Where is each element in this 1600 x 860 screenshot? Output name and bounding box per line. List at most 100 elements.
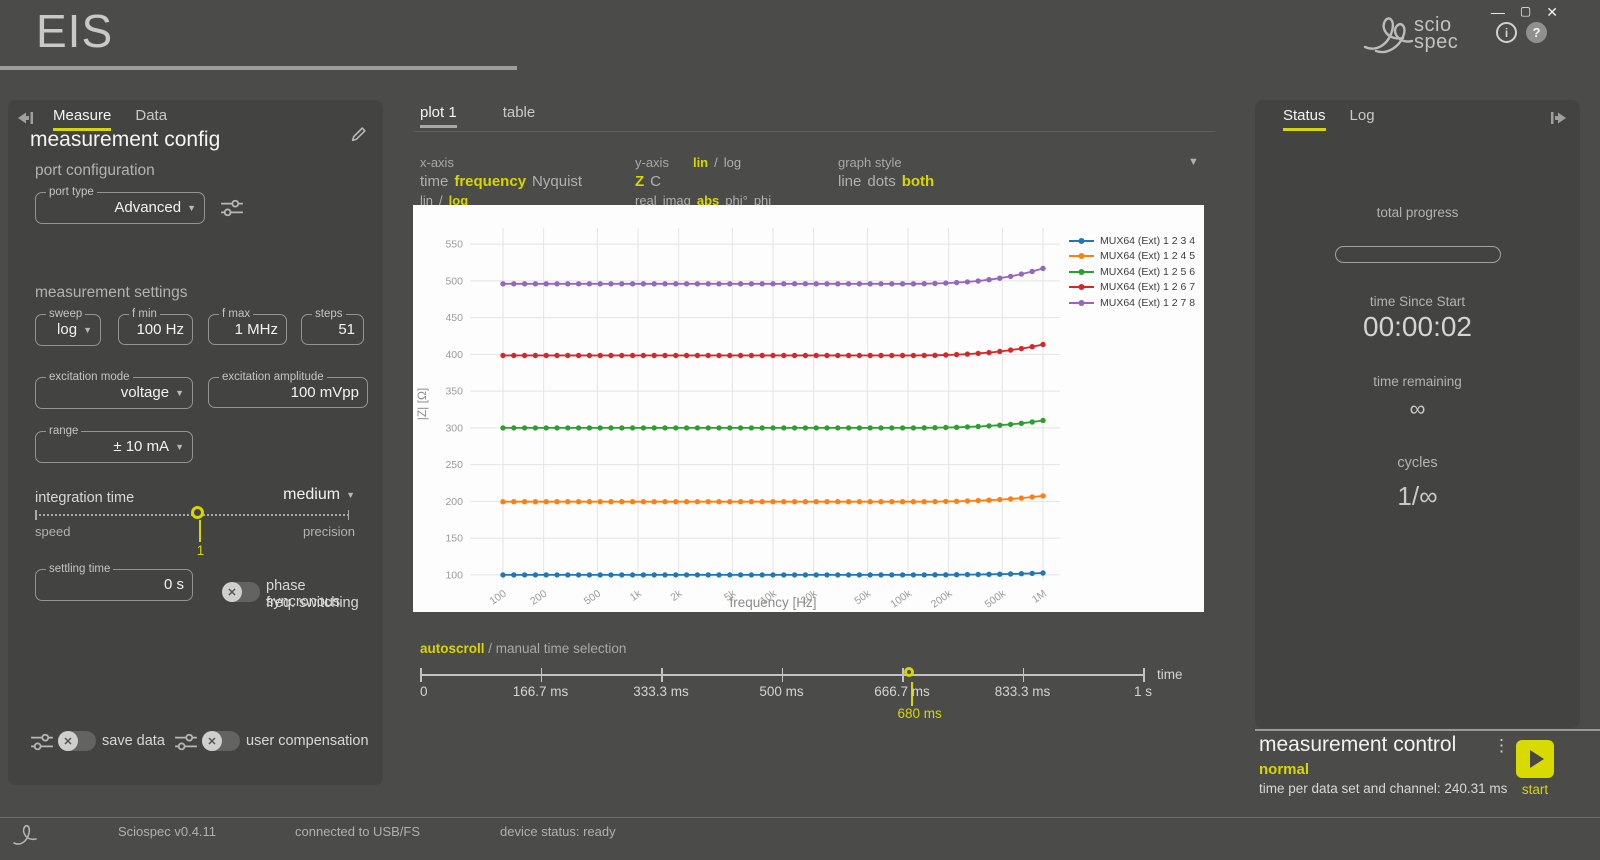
legend-item: MUX64 (Ext) 1 2 5 6 [1068, 264, 1195, 280]
collapse-right-icon[interactable] [1550, 110, 1568, 126]
user-compensation-toggle[interactable]: ✕ [202, 731, 240, 751]
collapse-left-icon[interactable] [16, 110, 34, 126]
sweep-label: sweep [46, 308, 85, 320]
option-both[interactable]: both [902, 173, 934, 190]
time-since-start-value: 00:00:02 [1255, 311, 1580, 343]
edit-pencil-icon[interactable] [350, 126, 367, 143]
settling-time-field[interactable]: settling time 0 s [35, 563, 193, 601]
chevron-down-icon: ▼ [187, 203, 196, 213]
option-z[interactable]: Z [635, 173, 644, 190]
legend-marker [1068, 236, 1095, 246]
app-title: EIS [36, 4, 113, 58]
option-line[interactable]: line [838, 173, 861, 190]
time-since-start-label: time Since Start [1255, 294, 1580, 309]
time-tick-label: 500 ms [737, 684, 827, 699]
legend-label: MUX64 (Ext) 1 2 6 7 [1100, 281, 1195, 293]
start-button[interactable] [1516, 740, 1554, 778]
f-min-field[interactable]: f min 100 Hz [118, 308, 193, 345]
save-data-label: save data [102, 733, 165, 749]
excitation-amplitude-field[interactable]: excitation amplitude 100 mVpp [208, 371, 368, 408]
tab-log[interactable]: Log [1350, 107, 1375, 131]
f-min-value[interactable]: 100 Hz [127, 320, 184, 339]
integration-time-slider-handle[interactable] [191, 506, 204, 519]
help-icon[interactable]: ? [1526, 22, 1547, 43]
option-frequency[interactable]: frequency [454, 173, 526, 190]
steps-value[interactable]: 51 [310, 320, 355, 339]
f-max-field[interactable]: f max 1 MHz [208, 308, 287, 345]
chevron-down-icon: ▼ [346, 490, 355, 500]
legend-label: MUX64 (Ext) 1 2 3 4 [1100, 235, 1195, 247]
user-compensation-settings-icon[interactable] [174, 732, 198, 752]
chevron-down-icon: ▼ [175, 442, 184, 452]
time-remaining-label: time remaining [1255, 374, 1580, 389]
option-dots[interactable]: dots [867, 173, 895, 190]
time-slider-value: 680 ms [880, 706, 960, 721]
option-log[interactable]: log [724, 155, 741, 170]
option-c[interactable]: C [650, 173, 661, 190]
status-panel: Status Log total progress time Since Sta… [1255, 100, 1580, 728]
info-icon[interactable]: i [1496, 22, 1517, 43]
impedance-chart[interactable]: 1001502002503003504004505005501002005001… [413, 205, 1204, 612]
svg-text:200: 200 [528, 588, 549, 608]
measurement-mode[interactable]: normal [1259, 761, 1309, 778]
legend-item: MUX64 (Ext) 1 2 7 8 [1068, 295, 1195, 311]
f-max-value[interactable]: 1 MHz [217, 320, 278, 339]
svg-text:50k: 50k [852, 587, 873, 607]
minimize-icon[interactable]: — [1491, 4, 1505, 21]
time-tick [1023, 668, 1025, 682]
port-settings-sliders-icon[interactable] [220, 198, 244, 218]
sweep-field[interactable]: sweep log▼ [35, 308, 101, 346]
option-nyquist[interactable]: Nyquist [532, 173, 582, 190]
svg-text:2k: 2k [668, 587, 685, 604]
maximize-icon[interactable]: ▢ [1520, 4, 1531, 21]
option-lin[interactable]: lin [693, 155, 708, 170]
title-underline [0, 66, 517, 70]
sciospec-logo-glyph [1362, 11, 1414, 57]
svg-text:200k: 200k [929, 587, 955, 610]
save-data-toggle[interactable]: ✕ [58, 731, 96, 751]
tab-plot1[interactable]: plot 1 [420, 104, 457, 128]
center-divider [413, 131, 1215, 132]
svg-text:100k: 100k [888, 587, 914, 610]
legend-marker [1068, 267, 1095, 277]
excitation-amplitude-value[interactable]: 100 mVpp [217, 383, 359, 402]
steps-field[interactable]: steps 51 [301, 308, 364, 345]
toggle-off-icon: ✕ [202, 731, 222, 751]
svg-text:550: 550 [445, 239, 463, 251]
legend-label: MUX64 (Ext) 1 2 4 5 [1100, 250, 1195, 262]
integration-time-dropdown[interactable]: medium▼ [283, 486, 355, 504]
legend-label: MUX64 (Ext) 1 2 5 6 [1100, 266, 1195, 278]
svg-text:1M: 1M [1030, 588, 1049, 606]
svg-text:100: 100 [487, 588, 508, 608]
time-slider[interactable]: time 680 ms 0166.7 ms333.3 ms500 ms666.7… [420, 662, 1200, 727]
option-time[interactable]: time [420, 173, 448, 190]
phase-sync-toggle[interactable]: ✕ [222, 582, 260, 602]
save-data-settings-icon[interactable] [30, 732, 54, 752]
excitation-mode-field[interactable]: excitation mode voltage▼ [35, 371, 193, 409]
range-field[interactable]: range ± 10 mA▼ [35, 425, 193, 463]
excitation-amplitude-label: excitation amplitude [219, 371, 327, 383]
axis-config-collapse-chevron[interactable]: ▼ [1188, 156, 1199, 168]
time-tick-label: 833.3 ms [978, 684, 1068, 699]
time-tick [782, 668, 784, 682]
time-slider-handle[interactable] [904, 667, 914, 677]
time-mode-selector[interactable]: autoscroll / manual time selection [420, 641, 626, 656]
x-axis-config: x-axis timefrequencyNyquist lin/log [420, 155, 582, 211]
statusbar-logo-icon [12, 822, 40, 848]
tab-table[interactable]: table [503, 104, 536, 128]
svg-text:300: 300 [445, 422, 463, 434]
close-icon[interactable]: ✕ [1546, 4, 1558, 21]
port-type-value: Advanced [114, 199, 181, 216]
tab-status[interactable]: Status [1283, 107, 1326, 131]
measure-panel: Measure Data measurement config port con… [8, 100, 383, 785]
manual-time-option[interactable]: manual time selection [496, 641, 627, 656]
autoscroll-option[interactable]: autoscroll [420, 641, 485, 656]
port-type-field[interactable]: port type Advanced▼ [35, 186, 205, 224]
y-axis-quantity-options: ZC [635, 173, 771, 190]
y-axis-scale-options: lin/log [693, 155, 741, 170]
settling-time-label: settling time [46, 563, 113, 575]
time-tick [541, 668, 543, 682]
svg-text:350: 350 [445, 386, 463, 398]
kebab-menu-icon[interactable]: ⋮ [1493, 736, 1510, 756]
settling-time-value[interactable]: 0 s [44, 575, 184, 594]
